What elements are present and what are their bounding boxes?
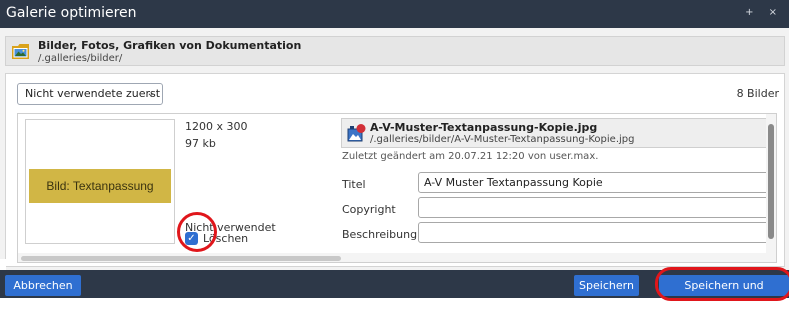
file-path: /.galleries/bilder/A-V-Muster-Textanpass… (370, 134, 635, 145)
description-label: Beschreibung (342, 228, 418, 241)
description-field[interactable] (418, 222, 770, 243)
modified-info: Zuletzt geändert am 20.07.21 12:20 von u… (342, 151, 599, 162)
gallery-panel: Nicht verwendete zuerst ⌄ 8 Bilder Bild:… (5, 73, 785, 267)
folder-path: /.galleries/bilder/ (38, 53, 123, 64)
image-file-icon (347, 124, 366, 142)
highlight-circle (177, 212, 217, 252)
image-preview: Bild: Textanpassung (29, 169, 171, 203)
image-thumbnail[interactable]: Bild: Textanpassung (25, 119, 175, 244)
image-size: 97 kb (185, 137, 216, 150)
image-card: Bild: Textanpassung 1200 x 300 97 kb Nic… (17, 113, 777, 263)
folder-header: Bilder, Fotos, Grafiken von Dokumentatio… (5, 36, 785, 66)
folder-name: Bilder, Fotos, Grafiken von Dokumentatio… (38, 39, 302, 52)
edge-marker (0, 259, 6, 270)
title-field[interactable]: A-V Muster Textanpassung Kopie (418, 172, 770, 193)
sort-select[interactable]: Nicht verwendete zuerst ⌄ (17, 83, 163, 105)
window-controls[interactable]: + × (745, 7, 783, 18)
horizontal-scroll-thumb[interactable] (21, 256, 341, 261)
dialog-titlebar: Galerie optimieren + × (0, 0, 789, 28)
copyright-field[interactable] (418, 197, 770, 218)
chevron-down-icon: ⌄ (146, 88, 155, 99)
image-count: 8 Bilder (736, 87, 779, 100)
image-folder-icon (12, 44, 29, 59)
title-label: Titel (342, 178, 366, 191)
save-button[interactable]: Speichern (574, 275, 639, 296)
vertical-scrollbar[interactable] (766, 114, 776, 262)
sort-select-value: Nicht verwendete zuerst (25, 87, 161, 100)
horizontal-scrollbar[interactable] (18, 253, 776, 262)
file-info: A-V-Muster-Textanpassung-Kopie.jpg /.gal… (341, 118, 771, 148)
highlight-oval (655, 267, 789, 301)
cancel-button[interactable]: Abbrechen (5, 275, 81, 296)
image-dimensions: 1200 x 300 (185, 120, 248, 133)
gallery-optimize-dialog: Galerie optimieren + × Bilder, Fotos, Gr… (0, 0, 789, 313)
dialog-title: Galerie optimieren (6, 5, 137, 21)
file-name: A-V-Muster-Textanpassung-Kopie.jpg (370, 121, 598, 134)
copyright-label: Copyright (342, 203, 396, 216)
vertical-scroll-thumb[interactable] (768, 124, 774, 239)
